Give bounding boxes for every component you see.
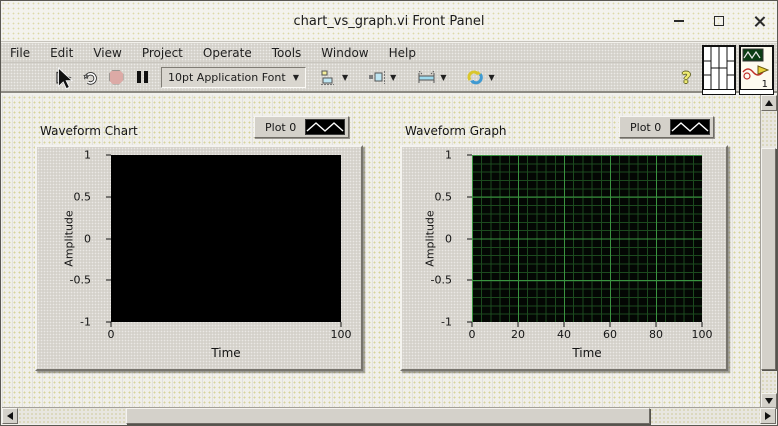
left-arrow-icon — [7, 412, 13, 420]
window-title: chart_vs_graph.vi Front Panel — [294, 14, 485, 29]
abort-stop-icon — [109, 70, 124, 85]
reorder-objects-dropdown[interactable]: ▼ — [462, 67, 498, 88]
toolbar: 10pt Application Font ▼ ▼ ▼ — [1, 63, 777, 93]
waveform-graph-label: Waveform Graph — [405, 124, 507, 138]
font-selector[interactable]: 10pt Application Font ▼ — [161, 67, 306, 88]
distribute-objects-icon — [368, 70, 387, 85]
vertical-scrollbar-thumb[interactable] — [761, 148, 776, 370]
horizontal-scrollbar[interactable] — [2, 407, 776, 424]
waveform-graph-x-ticks: 020 4060 80100 — [472, 328, 702, 341]
labview-front-panel-window: chart_vs_graph.vi Front Panel File Edit … — [0, 0, 778, 426]
connector-pane-icon — [703, 46, 735, 90]
run-button[interactable] — [51, 65, 77, 89]
close-icon — [754, 16, 765, 27]
distribute-objects-dropdown[interactable]: ▼ — [364, 68, 400, 87]
horizontal-scrollbar-thumb[interactable] — [126, 408, 650, 424]
maximize-icon — [714, 16, 724, 26]
waveform-chart-x-ticks: 0100 — [111, 328, 341, 341]
scroll-up-button[interactable] — [761, 95, 777, 111]
corner-panes: 1 — [702, 45, 774, 95]
chevron-down-icon: ▼ — [390, 73, 396, 82]
down-arrow-icon — [765, 398, 773, 404]
close-button[interactable] — [751, 13, 767, 29]
context-help-button[interactable]: ? — [682, 68, 691, 87]
waveform-chart-container: Amplitude 10.5 0-0.5 -1 0100 Time — [35, 145, 363, 371]
waveform-graph-plot-area[interactable] — [472, 155, 702, 322]
waveform-graph-y-ticks: 10.5 0-0.5 -1 — [402, 155, 462, 322]
waveform-chart-label: Waveform Chart — [40, 124, 138, 138]
font-selector-value: 10pt Application Font — [168, 71, 286, 84]
menu-window[interactable]: Window — [319, 44, 378, 62]
abort-button[interactable] — [103, 65, 129, 89]
align-objects-icon — [320, 70, 339, 85]
resize-objects-dropdown[interactable]: ▼ — [412, 68, 450, 87]
chevron-down-icon: ▼ — [440, 73, 446, 82]
run-continuously-button[interactable] — [77, 65, 103, 89]
chevron-down-icon: ▼ — [488, 73, 494, 82]
waveform-chart-x-tick-marks — [111, 322, 341, 327]
title-bar[interactable]: chart_vs_graph.vi Front Panel — [1, 1, 777, 42]
reorder-objects-icon — [466, 69, 485, 86]
chevron-down-icon: ▼ — [342, 73, 348, 82]
minimize-icon — [674, 20, 684, 22]
waveform-graph-plot-legend[interactable]: Plot 0 — [619, 116, 714, 138]
scroll-right-button[interactable] — [760, 408, 776, 424]
waveform-chart-plot-area[interactable] — [111, 155, 341, 322]
up-arrow-icon — [765, 100, 773, 106]
waveform-chart-plot-legend[interactable]: Plot 0 — [254, 116, 349, 138]
plot-line-swatch-icon — [305, 119, 345, 135]
run-arrow-icon — [55, 69, 73, 86]
menu-file[interactable]: File — [8, 44, 40, 62]
waveform-chart-x-axis-label: Time — [211, 346, 240, 360]
chevron-down-icon: ▼ — [293, 73, 299, 82]
vi-icon-pane[interactable]: 1 — [739, 45, 774, 95]
menu-help[interactable]: Help — [387, 44, 426, 62]
plot-legend-text: Plot 0 — [630, 121, 661, 134]
align-objects-dropdown[interactable]: ▼ — [316, 68, 352, 87]
front-panel-area: Waveform Chart Plot 0 Amplitude 10.5 0-0… — [2, 95, 776, 407]
waveform-graph-x-axis-label: Time — [572, 346, 601, 360]
connector-pane[interactable] — [702, 45, 736, 95]
menu-bar: File Edit View Project Operate Tools Win… — [1, 43, 777, 63]
vi-icon: 1 — [740, 46, 773, 90]
plot-legend-text: Plot 0 — [265, 121, 296, 134]
menu-view[interactable]: View — [91, 44, 131, 62]
vi-icon-number: 1 — [762, 79, 768, 90]
minimize-button[interactable] — [671, 13, 687, 29]
pause-icon — [137, 71, 148, 83]
plot-line-swatch-icon — [670, 119, 710, 135]
menu-edit[interactable]: Edit — [48, 44, 83, 62]
right-arrow-icon — [765, 412, 771, 420]
waveform-graph-container: Amplitude 10.5 0-0.5 -1 020 4060 80100 T… — [400, 145, 728, 371]
resize-objects-icon — [416, 70, 437, 85]
menu-operate[interactable]: Operate — [201, 44, 262, 62]
run-continuously-icon — [81, 69, 99, 86]
waveform-graph-x-tick-marks — [472, 322, 702, 327]
vertical-scrollbar[interactable] — [760, 95, 776, 409]
maximize-button[interactable] — [711, 13, 727, 29]
pause-button[interactable] — [129, 65, 155, 89]
menu-project[interactable]: Project — [140, 44, 193, 62]
waveform-chart-y-ticks: 10.5 0-0.5 -1 — [37, 155, 101, 322]
menu-tools[interactable]: Tools — [270, 44, 312, 62]
scroll-left-button[interactable] — [2, 408, 18, 424]
window-controls — [671, 1, 767, 41]
